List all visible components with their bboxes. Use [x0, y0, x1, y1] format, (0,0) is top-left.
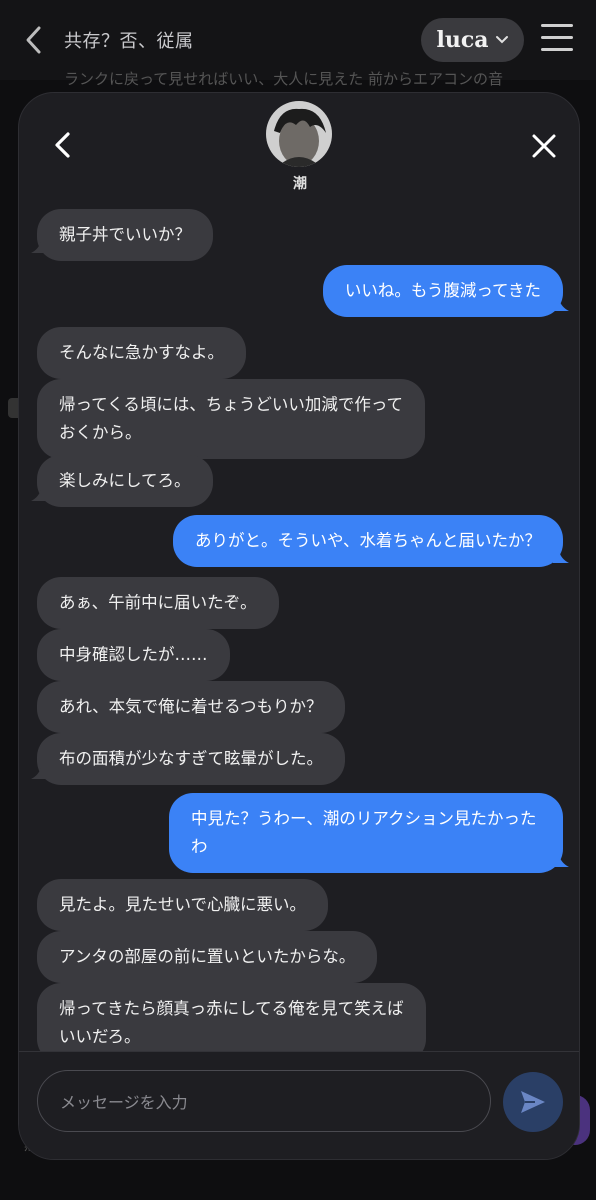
bot-message: 帰ってくる頃には、ちょうどいい加減で作って おくから。: [37, 379, 426, 459]
user-message: ありがと。そういや、水着ちゃんと届いたか？: [172, 515, 563, 567]
composer: メッセージを入力: [19, 1051, 579, 1159]
chat-title: 共存？否、従属: [64, 31, 194, 52]
close-icon[interactable]: [531, 133, 557, 159]
user-message: 中見た？うわー、潮のリアクション見たかった わ: [169, 793, 563, 873]
character-name: 潮: [293, 176, 307, 192]
message-input[interactable]: メッセージを入力: [37, 1070, 491, 1132]
send-icon: [521, 1091, 545, 1113]
model-selector-button[interactable]: luca: [421, 18, 524, 62]
message-list[interactable]: 親子丼でいいか？ いいね。もう腹減ってきた そんなに急かすなよ。 帰ってくる頃に…: [19, 203, 579, 1053]
bot-message: 帰ってきたら顔真っ赤にしてる俺を見て笑えば いいだろ。: [37, 983, 426, 1053]
user-message: いいね。もう腹減ってきた: [322, 265, 563, 317]
back-chevron-icon[interactable]: [20, 22, 48, 58]
menu-icon[interactable]: [541, 24, 573, 54]
bot-message: そんなに急かすなよ。: [37, 327, 246, 379]
bot-message: 見たよ。見たせいで心臓に悪い。: [37, 879, 329, 931]
send-button[interactable]: [503, 1072, 563, 1132]
bot-message: あれ、本気で俺に着せるつもりか？: [37, 681, 345, 733]
bot-message: アンタの部屋の前に置いといたからな。: [37, 931, 378, 983]
model-selector-label: luca: [436, 27, 489, 53]
bot-message: 親子丼でいいか？: [37, 209, 213, 261]
back-chevron-icon[interactable]: [51, 131, 75, 159]
bot-message: 中身確認したが……: [37, 629, 230, 681]
bot-message: 布の面積が少なすぎて眩暈がした。: [37, 733, 345, 785]
chevron-down-icon: [495, 36, 508, 44]
character-chat-modal: 潮 親子丼でいいか？ いいね。もう腹減ってきた そんなに急かすなよ。 帰ってくる…: [18, 92, 580, 1160]
bot-message: 楽しみにしてろ。: [37, 455, 213, 507]
message-input-placeholder: メッセージを入力: [60, 1093, 188, 1112]
background-message-snippet: ランクに戻って見せればいい、大人に見えた 前からエアコンの音: [64, 70, 504, 88]
bot-message: あぁ、午前中に届いたぞ。: [37, 577, 279, 629]
character-avatar[interactable]: [266, 101, 332, 167]
